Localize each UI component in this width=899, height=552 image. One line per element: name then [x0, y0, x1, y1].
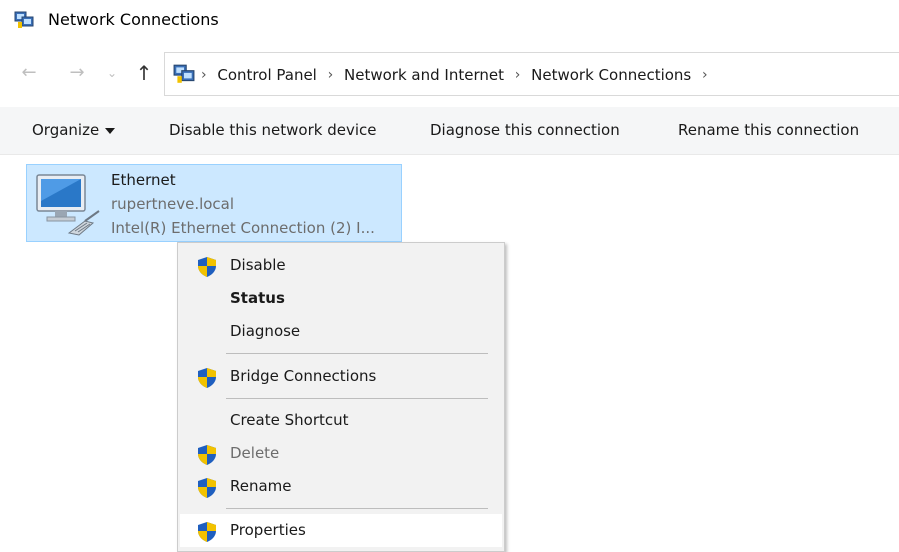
address-bar[interactable]: › Control Panel › Network and Internet ›…	[164, 52, 899, 96]
disable-device-button[interactable]: Disable this network device	[169, 121, 377, 139]
shield-icon	[198, 478, 216, 498]
menu-item-label: Diagnose	[230, 322, 301, 340]
command-bar: Organize Disable this network device Dia…	[0, 107, 899, 155]
menu-separator	[226, 398, 488, 399]
menu-item-status[interactable]: Status	[180, 282, 502, 315]
context-menu: Disable Status Diagnose Bridge Connectio…	[177, 242, 505, 552]
menu-item-label: Status	[230, 289, 285, 307]
breadcrumb-control-panel[interactable]: Control Panel	[211, 66, 322, 84]
shield-icon	[198, 445, 216, 465]
ethernet-adapter-icon	[36, 174, 100, 236]
menu-item-diagnose[interactable]: Diagnose	[180, 315, 502, 348]
breadcrumb-network-connections[interactable]: Network Connections	[525, 66, 697, 84]
breadcrumb: › Control Panel › Network and Internet ›…	[201, 65, 708, 84]
breadcrumb-chevron-icon[interactable]: ›	[515, 67, 521, 83]
connection-domain: rupertneve.local	[111, 195, 235, 213]
recent-locations-chevron-icon[interactable]: ⌄	[104, 62, 120, 84]
shield-icon	[198, 522, 216, 542]
menu-separator	[226, 508, 488, 509]
breadcrumb-chevron-icon[interactable]: ›	[201, 67, 207, 83]
title-bar: Network Connections	[0, 0, 899, 42]
shield-icon	[198, 368, 216, 388]
menu-item-label: Disable	[230, 256, 286, 274]
shield-icon	[198, 257, 216, 277]
menu-item-label: Delete	[230, 444, 280, 462]
window-title: Network Connections	[48, 10, 219, 29]
connection-adapter: Intel(R) Ethernet Connection (2) I...	[111, 219, 375, 237]
network-connections-icon	[14, 11, 34, 28]
menu-item-label: Bridge Connections	[230, 367, 377, 385]
menu-item-properties[interactable]: Properties	[180, 514, 502, 547]
diagnose-connection-button[interactable]: Diagnose this connection	[430, 121, 620, 139]
menu-item-bridge-connections[interactable]: Bridge Connections	[180, 360, 502, 393]
menu-item-label: Rename	[230, 477, 292, 495]
organize-button[interactable]: Organize	[32, 121, 116, 139]
connection-name: Ethernet	[111, 171, 176, 189]
menu-item-rename[interactable]: Rename	[180, 470, 502, 503]
network-connections-icon	[173, 64, 195, 83]
rename-connection-button[interactable]: Rename this connection	[678, 121, 859, 139]
menu-separator	[226, 353, 488, 354]
dropdown-caret-icon	[105, 127, 116, 134]
menu-item-label: Properties	[230, 521, 306, 539]
forward-arrow-icon[interactable]: →	[66, 62, 88, 84]
connection-item-ethernet[interactable]: Ethernet rupertneve.local Intel(R) Ether…	[26, 164, 402, 242]
breadcrumb-network-and-internet[interactable]: Network and Internet	[338, 66, 510, 84]
breadcrumb-chevron-icon[interactable]: ›	[328, 67, 334, 83]
back-arrow-icon[interactable]: ←	[18, 62, 40, 84]
menu-item-delete: Delete	[180, 437, 502, 470]
breadcrumb-chevron-icon[interactable]: ›	[702, 67, 708, 83]
menu-item-disable[interactable]: Disable	[180, 249, 502, 282]
menu-item-label: Create Shortcut	[230, 411, 349, 429]
menu-item-create-shortcut[interactable]: Create Shortcut	[180, 404, 502, 437]
up-arrow-icon[interactable]: ↑	[132, 61, 156, 85]
organize-label: Organize	[32, 121, 100, 139]
